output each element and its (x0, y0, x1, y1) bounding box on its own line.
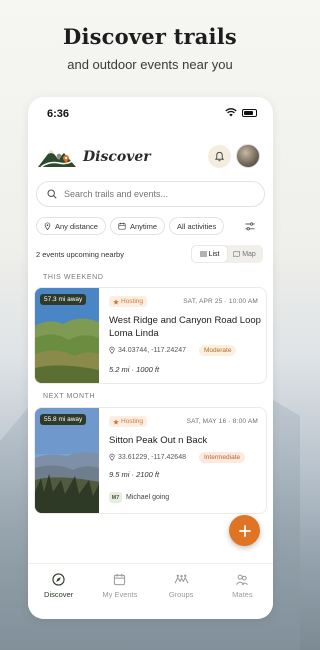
hosting-badge: Hosting (109, 296, 148, 307)
map-view-button[interactable]: Map (227, 246, 262, 262)
bell-icon (214, 151, 225, 162)
attendee-avatar: M7 (109, 492, 122, 503)
hosting-label: Hosting (121, 298, 144, 305)
tab-mates-label: Mates (232, 590, 253, 599)
filter-time-label: Anytime (129, 221, 158, 231)
filter-row: Any distance Anytime All activities (36, 217, 225, 235)
hero-title: Discover trails (63, 24, 237, 49)
tab-my-events[interactable]: My Events (89, 564, 150, 619)
event-coords: 34.03744, -117.24247 (109, 346, 186, 354)
profile-avatar[interactable] (236, 144, 260, 168)
hero: Discover trails and outdoor events near … (0, 24, 300, 72)
pin-icon (44, 222, 51, 230)
status-bar: 6:36 (28, 97, 273, 131)
distance-badge: 55.8 mi away (40, 414, 87, 425)
filter-activity-label: All activities (177, 221, 217, 231)
list-view-label: List (208, 250, 220, 258)
filter-activity[interactable]: All activities (169, 217, 225, 235)
compass-icon (52, 573, 65, 586)
star-icon (113, 418, 119, 425)
notifications-button[interactable] (208, 145, 231, 168)
event-stats: 5.2 mi · 1000 ft (109, 365, 160, 374)
hero-subtitle: and outdoor events near you (67, 57, 233, 72)
event-date: SAT, MAY 16 · 8:00 AM (186, 418, 258, 425)
attendee-text: Michael going (126, 494, 170, 501)
search-icon (47, 189, 57, 199)
event-title: West Ridge and Canyon Road Loop Loma Lin… (109, 315, 261, 339)
pin-icon (109, 346, 115, 354)
list-view-button[interactable]: List (192, 246, 227, 262)
tab-groups[interactable]: Groups (151, 564, 212, 619)
hosting-label: Hosting (121, 418, 144, 425)
filter-distance-label: Any distance (55, 221, 98, 231)
page-title: Discover (83, 149, 151, 165)
difficulty-badge: Moderate (199, 345, 237, 356)
wifi-icon (225, 108, 237, 117)
event-card[interactable]: 55.8 mi away Hosting SAT, MAY 16 · 8:00 … (34, 407, 267, 514)
tab-groups-label: Groups (168, 590, 194, 599)
list-icon (199, 251, 207, 257)
app-logo-icon (38, 150, 76, 168)
tab-discover[interactable]: Discover (28, 564, 89, 619)
view-toggle: List Map (191, 245, 263, 263)
app-header: Discover (28, 139, 273, 179)
system-icons (225, 108, 257, 117)
more-filters-button[interactable] (240, 217, 260, 235)
battery-icon (242, 108, 257, 117)
event-date: SAT, APR 25 · 10:00 AM (183, 298, 258, 305)
coords-text: 34.03744, -117.24247 (118, 346, 186, 354)
star-icon (113, 298, 119, 305)
phone-screen: 6:36 Discover Any distance (28, 97, 273, 619)
tab-discover-label: Discover (44, 590, 74, 599)
mates-icon (236, 574, 249, 585)
plus-icon (238, 524, 251, 537)
section-label: THIS WEEKEND (43, 274, 104, 281)
distance-badge: 57.3 mi away (40, 294, 87, 305)
filter-distance[interactable]: Any distance (36, 217, 106, 235)
difficulty-badge: Intermediate (199, 452, 246, 463)
calendar-icon (114, 573, 126, 586)
status-time: 6:36 (47, 108, 70, 120)
event-title: Sitton Peak Out n Back (109, 435, 208, 446)
events-count: 2 events upcoming nearby (36, 250, 124, 259)
filter-time[interactable]: Anytime (109, 217, 166, 235)
search-bar[interactable] (36, 181, 265, 207)
event-coords: 33.61229, -117.42648 (109, 453, 186, 461)
tab-mates[interactable]: Mates (212, 564, 273, 619)
section-label: NEXT MONTH (43, 393, 96, 400)
bottom-tab-bar: Discover My Events Groups Mates (28, 563, 273, 619)
map-view-label: Map (242, 250, 256, 258)
group-icon (174, 574, 189, 584)
sliders-icon (245, 221, 255, 230)
tab-my-events-label: My Events (102, 590, 138, 599)
create-event-button[interactable] (229, 515, 260, 546)
map-icon (233, 251, 241, 257)
event-card[interactable]: 57.3 mi away Hosting SAT, APR 25 · 10:00… (34, 287, 267, 384)
attendees-row: M7 Michael going (109, 492, 169, 503)
pin-icon (109, 453, 115, 461)
search-input[interactable] (64, 189, 244, 199)
coords-text: 33.61229, -117.42648 (118, 453, 186, 461)
event-stats: 9.5 mi · 2100 ft (109, 470, 160, 479)
hosting-badge: Hosting (109, 416, 148, 427)
calendar-icon (118, 222, 126, 230)
